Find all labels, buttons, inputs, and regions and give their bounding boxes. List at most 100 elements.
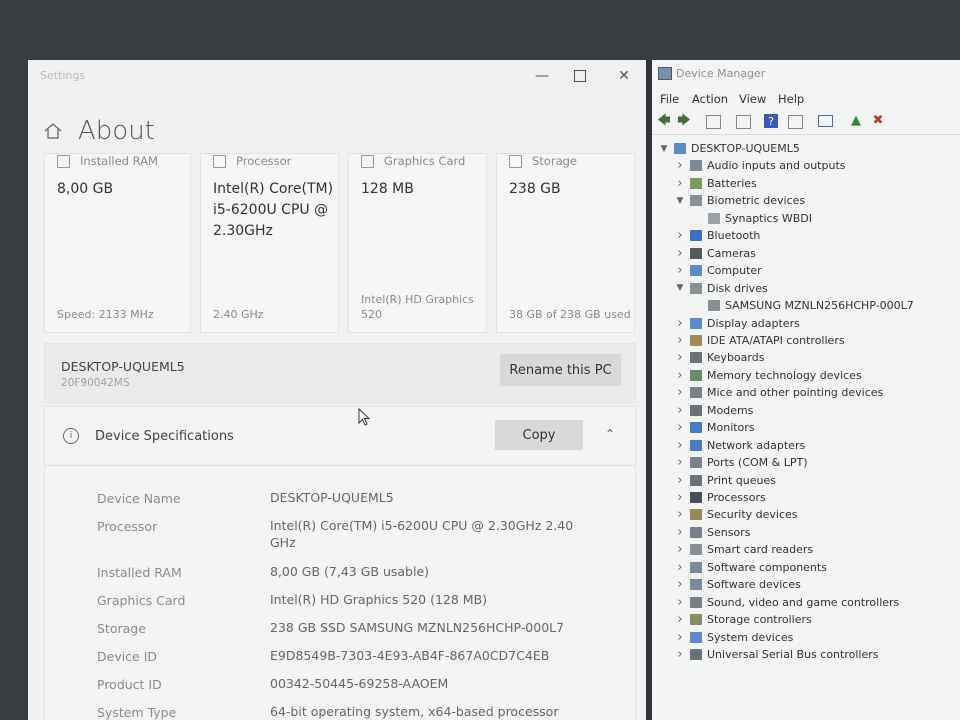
spec-value: DESKTOP-UQUEML5 [270,490,394,505]
tree-category-item[interactable]: › System devices [674,629,793,646]
device-category-icon [690,579,702,591]
home-icon[interactable] [42,120,64,142]
back-arrow-icon[interactable]: 🡄 [656,113,672,129]
collapsed-chevron-icon[interactable]: › [674,368,686,383]
tree-category-item[interactable]: › Bluetooth [674,227,760,244]
update-driver-icon[interactable]: ▲ [848,113,864,129]
menu-help[interactable]: Help [778,92,804,106]
tree-category-item[interactable]: › Cameras [674,245,756,262]
tree-category-item[interactable]: › Storage controllers [674,611,811,628]
collapsed-chevron-icon[interactable]: › [674,630,686,645]
help-icon[interactable]: ? [764,114,778,128]
device-category-icon [690,492,702,503]
uninstall-icon[interactable]: ✖ [870,113,886,129]
collapsed-chevron-icon[interactable]: › [674,403,686,418]
tree-item-label: Software components [707,560,827,574]
tree-category-item[interactable]: › Memory technology devices [674,367,861,384]
tree-category-item[interactable]: › Monitors [674,419,754,436]
tree-category-item[interactable]: › Software components [674,559,827,576]
rename-pc-button[interactable]: Rename this PC [500,354,621,386]
device-category-icon [690,317,702,329]
tile-label: Processor [236,154,292,168]
tile-processor: Processor Intel(R) Core(TM) i5-6200U CPU… [200,153,339,333]
tree-category-item[interactable]: › Sensors [674,524,750,541]
tree-category-item[interactable]: › Modems [674,402,753,419]
collapsed-chevron-icon[interactable]: › [674,577,686,592]
spec-label: Processor [97,519,158,534]
collapsed-chevron-icon[interactable]: › [674,176,686,191]
collapsed-chevron-icon[interactable]: › [674,420,686,435]
collapsed-chevron-icon[interactable]: › [674,473,686,488]
collapsed-chevron-icon[interactable]: › [674,560,686,575]
collapsed-chevron-icon[interactable]: › [674,595,686,610]
collapsed-chevron-icon[interactable]: › [674,350,686,365]
collapsed-chevron-icon[interactable]: › [674,228,686,243]
tree-category-item[interactable]: › Software devices [674,576,801,593]
device-category-icon [690,614,702,626]
forward-arrow-icon[interactable]: 🡆 [676,113,692,129]
device-category-icon [690,526,702,538]
device-category-icon [690,457,702,469]
tree-category-item[interactable]: › Processors [674,489,765,506]
tree-category-item[interactable]: › Smart card readers [674,541,813,558]
collapsed-chevron-icon[interactable]: › [674,158,686,173]
tree-category-item[interactable]: › Keyboards [674,349,764,366]
collapsed-chevron-icon[interactable]: › [674,246,686,261]
collapsed-chevron-icon[interactable]: › [674,385,686,400]
tree-category-item[interactable]: › Network adapters [674,437,805,454]
chevron-up-icon[interactable]: ⌃ [605,427,615,441]
tree-category-item[interactable]: › Mice and other pointing devices [674,384,883,401]
properties-icon[interactable] [706,115,721,129]
close-button[interactable]: ✕ [606,64,642,88]
collapsed-chevron-icon[interactable]: › [674,438,686,453]
collapsed-chevron-icon[interactable]: › [674,455,686,470]
menu-action[interactable]: Action [692,92,728,106]
tree-root[interactable]: ▼ DESKTOP-UQUEML5 [658,140,800,157]
tree-category-item[interactable]: › Security devices [674,506,797,523]
spec-header[interactable]: i Device Specifications Copy ⌃ [45,407,635,466]
tree-category-item[interactable]: › IDE ATA/ATAPI controllers [674,332,844,349]
collapsed-chevron-icon[interactable]: › [674,490,686,505]
menu-view[interactable]: View [739,92,766,106]
collapsed-chevron-icon[interactable]: › [674,612,686,627]
collapsed-chevron-icon[interactable]: › [674,647,686,662]
tree-category-item[interactable]: › Print queues [674,472,776,489]
device-category-icon [708,300,720,312]
settings-titlebar: Settings — ✕ [28,60,646,92]
tree-category-item[interactable]: › Universal Serial Bus controllers [674,646,878,663]
tree-category-item[interactable]: ▼ Biometric devices [674,192,806,209]
list-view-icon[interactable] [736,115,751,129]
maximize-button[interactable] [562,64,598,88]
tree-category-item[interactable]: › Display adapters [674,315,799,332]
tree-item-label: Software devices [707,578,801,592]
spec-value: Intel(R) Core(TM) i5-6200U CPU @ 2.30GHz… [270,518,574,550]
expanded-chevron-icon[interactable]: ▼ [658,144,670,154]
tree-device-item[interactable]: SAMSUNG MZNLN256HCHP-000L7 [692,297,914,314]
mouse-cursor-icon [358,408,371,426]
collapsed-chevron-icon[interactable]: › [674,316,686,331]
minimize-button[interactable]: — [524,64,560,88]
collapsed-chevron-icon[interactable]: › [674,507,686,522]
spec-value: 00342-50445-69258-AAOEM [270,676,449,691]
tree-category-item[interactable]: › Ports (COM & LPT) [674,454,807,471]
menu-file[interactable]: File [660,92,679,106]
collapsed-chevron-icon[interactable]: › [674,542,686,557]
expanded-chevron-icon[interactable]: ▼ [674,283,686,293]
collapsed-chevron-icon[interactable]: › [674,525,686,540]
tree-category-item[interactable]: › Batteries [674,175,756,192]
page-header: About [42,116,155,146]
pc-name: DESKTOP-UQUEML5 [61,359,185,374]
tree-device-item[interactable]: Synaptics WBDI [692,210,812,227]
expanded-chevron-icon[interactable]: ▼ [674,196,686,206]
copy-button[interactable]: Copy [495,420,583,450]
tree-category-item[interactable]: › Audio inputs and outputs [674,157,845,174]
tree-category-item[interactable]: ▼ Disk drives [674,280,768,297]
tree-category-item[interactable]: › Computer [674,262,761,279]
tree-category-item[interactable]: › Sound, video and game controllers [674,594,899,611]
tree-item-label: Sound, video and game controllers [707,595,900,609]
scan-hardware-icon[interactable] [818,115,833,127]
collapsed-chevron-icon[interactable]: › [674,333,686,348]
details-view-icon[interactable] [788,115,803,129]
collapsed-chevron-icon[interactable]: › [674,263,686,278]
spec-value: Intel(R) HD Graphics 520 (128 MB) [270,592,488,607]
